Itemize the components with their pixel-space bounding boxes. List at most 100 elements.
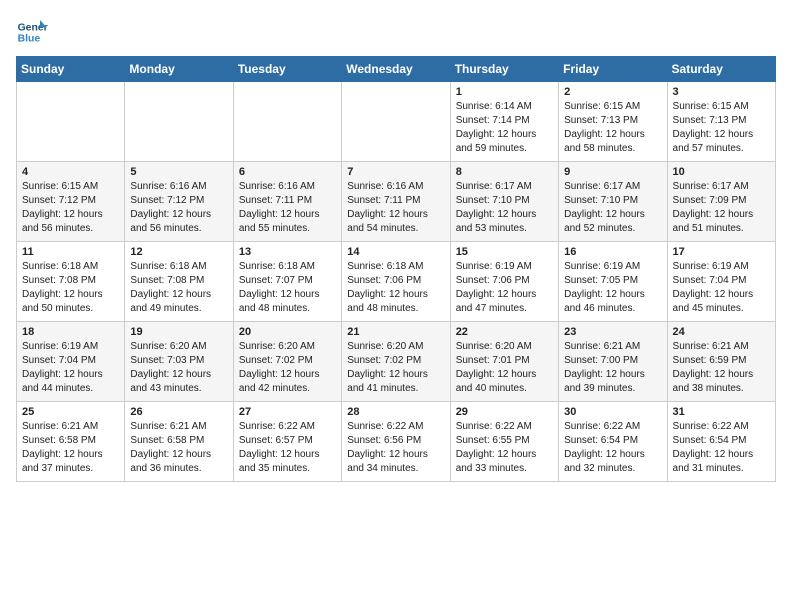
calendar-cell: 12 Sunrise: 6:18 AM Sunset: 7:08 PM Dayli… [125, 242, 233, 322]
svg-text:Blue: Blue [18, 34, 41, 45]
cell-info: Sunrise: 6:15 AM Sunset: 7:13 PM Dayligh… [564, 100, 661, 156]
calendar-cell: 22 Sunrise: 6:20 AM Sunset: 7:01 PM Dayli… [450, 322, 558, 402]
day-number: 30 [564, 406, 661, 418]
calendar-week-2: 4 Sunrise: 6:15 AM Sunset: 7:12 PM Daylig… [17, 162, 776, 242]
calendar-cell: 31 Sunrise: 6:22 AM Sunset: 6:54 PM Dayli… [667, 402, 775, 482]
day-number: 16 [564, 246, 661, 258]
cell-info: Sunrise: 6:22 AM Sunset: 6:55 PM Dayligh… [456, 420, 553, 476]
day-number: 1 [456, 86, 553, 98]
calendar-cell: 30 Sunrise: 6:22 AM Sunset: 6:54 PM Dayli… [559, 402, 667, 482]
day-number: 24 [673, 326, 770, 338]
day-header-tuesday: Tuesday [233, 57, 341, 82]
cell-info: Sunrise: 6:19 AM Sunset: 7:05 PM Dayligh… [564, 260, 661, 316]
day-number: 9 [564, 166, 661, 178]
calendar-cell: 26 Sunrise: 6:21 AM Sunset: 6:58 PM Dayli… [125, 402, 233, 482]
calendar-cell: 3Sunrise: 6:15 AM Sunset: 7:13 PM Daylig… [667, 82, 775, 162]
calendar-cell: 18 Sunrise: 6:19 AM Sunset: 7:04 PM Dayli… [17, 322, 125, 402]
day-number: 23 [564, 326, 661, 338]
day-header-saturday: Saturday [667, 57, 775, 82]
calendar-cell: 9Sunrise: 6:17 AM Sunset: 7:10 PM Daylig… [559, 162, 667, 242]
day-number: 2 [564, 86, 661, 98]
calendar-cell: 8 Sunrise: 6:17 AM Sunset: 7:10 PM Daylig… [450, 162, 558, 242]
day-number: 5 [130, 166, 227, 178]
cell-info: Sunrise: 6:20 AM Sunset: 7:02 PM Dayligh… [239, 340, 336, 396]
day-number: 13 [239, 246, 336, 258]
calendar-cell: 17 Sunrise: 6:19 AM Sunset: 7:04 PM Dayli… [667, 242, 775, 322]
day-number: 7 [347, 166, 444, 178]
calendar-week-4: 18 Sunrise: 6:19 AM Sunset: 7:04 PM Dayli… [17, 322, 776, 402]
day-number: 18 [22, 326, 119, 338]
page-header: General Blue [16, 16, 776, 48]
day-number: 20 [239, 326, 336, 338]
calendar-cell: 29Sunrise: 6:22 AM Sunset: 6:55 PM Dayli… [450, 402, 558, 482]
cell-info: Sunrise: 6:21 AM Sunset: 6:58 PM Dayligh… [130, 420, 227, 476]
day-header-monday: Monday [125, 57, 233, 82]
calendar-cell: 5 Sunrise: 6:16 AM Sunset: 7:12 PM Daylig… [125, 162, 233, 242]
day-number: 11 [22, 246, 119, 258]
day-number: 25 [22, 406, 119, 418]
calendar-cell [233, 82, 341, 162]
cell-info: Sunrise: 6:21 AM Sunset: 6:59 PM Dayligh… [673, 340, 770, 396]
day-number: 3 [673, 86, 770, 98]
calendar-cell: 1 Sunrise: 6:14 AM Sunset: 7:14 PM Daylig… [450, 82, 558, 162]
calendar-cell: 7 Sunrise: 6:16 AM Sunset: 7:11 PM Daylig… [342, 162, 450, 242]
cell-info: Sunrise: 6:19 AM Sunset: 7:06 PM Dayligh… [456, 260, 553, 316]
cell-info: Sunrise: 6:21 AM Sunset: 6:58 PM Dayligh… [22, 420, 119, 476]
calendar-cell: 25 Sunrise: 6:21 AM Sunset: 6:58 PM Dayli… [17, 402, 125, 482]
calendar-cell: 20 Sunrise: 6:20 AM Sunset: 7:02 PM Dayli… [233, 322, 341, 402]
cell-info: Sunrise: 6:17 AM Sunset: 7:10 PM Dayligh… [456, 180, 553, 236]
day-number: 22 [456, 326, 553, 338]
calendar-week-3: 11 Sunrise: 6:18 AM Sunset: 7:08 PM Dayli… [17, 242, 776, 322]
day-number: 15 [456, 246, 553, 258]
cell-info: Sunrise: 6:20 AM Sunset: 7:03 PM Dayligh… [130, 340, 227, 396]
cell-info: Sunrise: 6:22 AM Sunset: 6:54 PM Dayligh… [564, 420, 661, 476]
cell-info: Sunrise: 6:16 AM Sunset: 7:11 PM Dayligh… [347, 180, 444, 236]
day-number: 28 [347, 406, 444, 418]
day-header-sunday: Sunday [17, 57, 125, 82]
calendar-cell: 2 Sunrise: 6:15 AM Sunset: 7:13 PM Daylig… [559, 82, 667, 162]
cell-info: Sunrise: 6:15 AM Sunset: 7:12 PM Dayligh… [22, 180, 119, 236]
day-number: 17 [673, 246, 770, 258]
day-header-thursday: Thursday [450, 57, 558, 82]
cell-info: Sunrise: 6:20 AM Sunset: 7:01 PM Dayligh… [456, 340, 553, 396]
day-header-wednesday: Wednesday [342, 57, 450, 82]
day-number: 4 [22, 166, 119, 178]
calendar-cell: 6 Sunrise: 6:16 AM Sunset: 7:11 PM Daylig… [233, 162, 341, 242]
logo: General Blue [16, 16, 48, 48]
calendar-week-5: 25 Sunrise: 6:21 AM Sunset: 6:58 PM Dayli… [17, 402, 776, 482]
cell-info: Sunrise: 6:20 AM Sunset: 7:02 PM Dayligh… [347, 340, 444, 396]
day-number: 12 [130, 246, 227, 258]
cell-info: Sunrise: 6:14 AM Sunset: 7:14 PM Dayligh… [456, 100, 553, 156]
day-number: 26 [130, 406, 227, 418]
calendar-week-1: 1 Sunrise: 6:14 AM Sunset: 7:14 PM Daylig… [17, 82, 776, 162]
calendar-cell: 4 Sunrise: 6:15 AM Sunset: 7:12 PM Daylig… [17, 162, 125, 242]
day-number: 14 [347, 246, 444, 258]
calendar-cell: 11 Sunrise: 6:18 AM Sunset: 7:08 PM Dayli… [17, 242, 125, 322]
calendar-cell: 24 Sunrise: 6:21 AM Sunset: 6:59 PM Dayli… [667, 322, 775, 402]
calendar-cell: 13 Sunrise: 6:18 AM Sunset: 7:07 PM Dayli… [233, 242, 341, 322]
cell-info: Sunrise: 6:19 AM Sunset: 7:04 PM Dayligh… [673, 260, 770, 316]
cell-info: Sunrise: 6:22 AM Sunset: 6:54 PM Dayligh… [673, 420, 770, 476]
calendar-cell [342, 82, 450, 162]
calendar-header: SundayMondayTuesdayWednesdayThursdayFrid… [17, 57, 776, 82]
cell-info: Sunrise: 6:18 AM Sunset: 7:06 PM Dayligh… [347, 260, 444, 316]
cell-info: Sunrise: 6:16 AM Sunset: 7:11 PM Dayligh… [239, 180, 336, 236]
cell-info: Sunrise: 6:16 AM Sunset: 7:12 PM Dayligh… [130, 180, 227, 236]
cell-info: Sunrise: 6:19 AM Sunset: 7:04 PM Dayligh… [22, 340, 119, 396]
day-number: 31 [673, 406, 770, 418]
day-number: 27 [239, 406, 336, 418]
calendar-table: SundayMondayTuesdayWednesdayThursdayFrid… [16, 56, 776, 482]
calendar-cell: 23Sunrise: 6:21 AM Sunset: 7:00 PM Dayli… [559, 322, 667, 402]
day-header-friday: Friday [559, 57, 667, 82]
day-number: 8 [456, 166, 553, 178]
calendar-cell: 10Sunrise: 6:17 AM Sunset: 7:09 PM Dayli… [667, 162, 775, 242]
day-number: 6 [239, 166, 336, 178]
cell-info: Sunrise: 6:22 AM Sunset: 6:56 PM Dayligh… [347, 420, 444, 476]
cell-info: Sunrise: 6:18 AM Sunset: 7:08 PM Dayligh… [22, 260, 119, 316]
cell-info: Sunrise: 6:18 AM Sunset: 7:08 PM Dayligh… [130, 260, 227, 316]
cell-info: Sunrise: 6:18 AM Sunset: 7:07 PM Dayligh… [239, 260, 336, 316]
day-number: 19 [130, 326, 227, 338]
calendar-cell: 15 Sunrise: 6:19 AM Sunset: 7:06 PM Dayli… [450, 242, 558, 322]
calendar-cell: 19 Sunrise: 6:20 AM Sunset: 7:03 PM Dayli… [125, 322, 233, 402]
calendar-cell [17, 82, 125, 162]
